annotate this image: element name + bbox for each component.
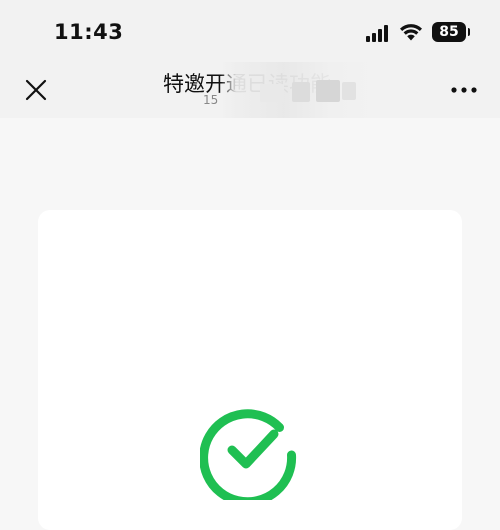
battery-icon: 85: [432, 22, 470, 42]
redaction-block: [260, 84, 284, 102]
page-subtitle: 15: [203, 93, 219, 107]
status-bar: 11:43 85: [0, 0, 500, 62]
more-icon: [451, 87, 477, 93]
result-card: [38, 210, 462, 530]
close-icon: [25, 79, 47, 101]
wifi-icon: [400, 24, 422, 41]
status-time: 11:43: [54, 20, 124, 44]
nav-header: 特邀开通已读功能 15: [0, 62, 500, 118]
battery-level: 85: [439, 24, 459, 40]
redaction-blur: [220, 62, 380, 118]
redaction-block: [292, 82, 310, 102]
close-button[interactable]: [20, 74, 52, 106]
redaction-block: [342, 82, 356, 100]
cellular-signal-icon: [366, 24, 390, 42]
check-circle-icon: [200, 409, 297, 500]
main-content: [0, 118, 500, 530]
redaction-block: [316, 80, 340, 102]
more-options-button[interactable]: [448, 78, 480, 102]
